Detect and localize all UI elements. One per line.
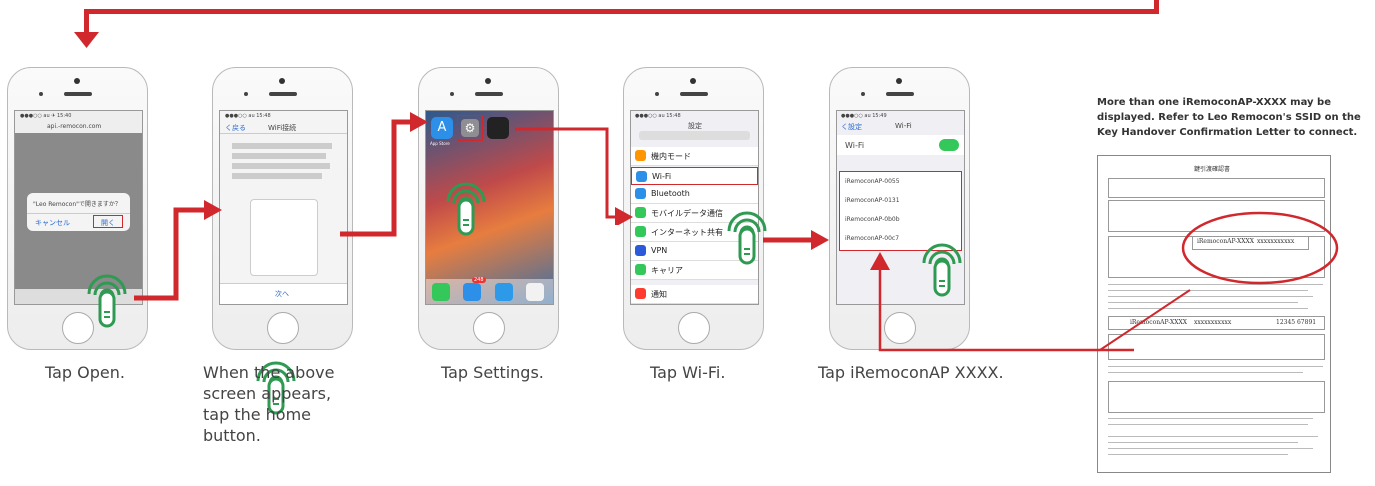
settings-app-icon[interactable]: ⚙ xyxy=(457,115,483,141)
settings-title: 設定 xyxy=(688,122,702,130)
phone-step-2: ●●●○○ au 15:48 く戻る WiFi接続 次へ xyxy=(212,67,353,350)
next-button[interactable]: 次へ xyxy=(275,289,289,299)
step-arrow-1 xyxy=(134,200,222,301)
wifi-toggle[interactable] xyxy=(939,139,959,151)
wifi-title: Wi-Fi xyxy=(895,122,912,130)
mail-app-icon[interactable] xyxy=(463,283,481,301)
row-wifi[interactable]: Wi-Fi xyxy=(631,167,758,185)
home-button[interactable] xyxy=(473,312,505,344)
doc-title: 鍵引渡確認書 xyxy=(1194,166,1231,173)
tap-finger-icon xyxy=(87,274,127,328)
caption-step-3: Tap Settings. xyxy=(441,363,544,382)
row-airplane[interactable]: 機内モード xyxy=(631,147,758,166)
caption-step-2: When the above screen appears, tap the h… xyxy=(203,363,335,445)
step-arrow-2 xyxy=(340,112,428,237)
url-bar[interactable]: api.-remocon.com xyxy=(47,123,101,130)
illustration xyxy=(250,199,318,276)
screen-title: WiFi接続 xyxy=(268,124,297,132)
dialog-text: "Leo Remocon"で開きますか？ xyxy=(33,201,121,208)
doc-pointer-arrow xyxy=(870,252,1191,352)
phone-app-icon[interactable] xyxy=(432,283,450,301)
network-item[interactable]: iRemoconAP-0b0b xyxy=(845,216,900,223)
note-text: More than one iRemoconAP-XXXX may be dis… xyxy=(1097,97,1361,138)
network-item[interactable]: iRemoconAP-00c7 xyxy=(845,235,899,242)
doc-code: 12345 67891 xyxy=(1276,319,1317,326)
app-screen: ●●●○○ au 15:48 く戻る WiFi接続 次へ xyxy=(219,110,348,305)
row-bluetooth[interactable]: Bluetooth xyxy=(631,185,758,204)
home-button[interactable] xyxy=(678,312,710,344)
back-link[interactable]: く戻る xyxy=(225,123,246,133)
badge: 248 xyxy=(472,277,486,283)
open-button[interactable]: 開く xyxy=(93,215,123,228)
row-notifications[interactable]: 通知 xyxy=(631,285,758,304)
caption-step-1: Tap Open. xyxy=(45,363,125,382)
ssid-highlight-ellipse xyxy=(1181,211,1339,285)
back-link[interactable]: く設定 xyxy=(841,122,862,132)
cancel-button[interactable]: キャンセル xyxy=(35,218,70,228)
top-connector-right xyxy=(1154,0,1159,14)
home-button[interactable] xyxy=(267,312,299,344)
music-app-icon[interactable] xyxy=(526,283,544,301)
tap-finger-icon xyxy=(446,182,486,236)
network-item[interactable]: iRemoconAP-0055 xyxy=(845,178,900,185)
top-connector-line xyxy=(84,9,1159,14)
caption-step-5: Tap iRemoconAP XXXX. xyxy=(818,363,1004,382)
caption-step-4: Tap Wi-Fi. xyxy=(650,363,726,382)
app-store-icon[interactable]: A xyxy=(431,117,453,139)
arrow-down-icon xyxy=(74,32,99,48)
step-arrow-4 xyxy=(763,230,829,250)
dialog: "Leo Remocon"で開きますか？ キャンセル 開く xyxy=(27,193,130,231)
safari-app-icon[interactable] xyxy=(495,283,513,301)
step-arrow-3 xyxy=(515,127,633,225)
network-item[interactable]: iRemoconAP-0131 xyxy=(845,197,900,204)
